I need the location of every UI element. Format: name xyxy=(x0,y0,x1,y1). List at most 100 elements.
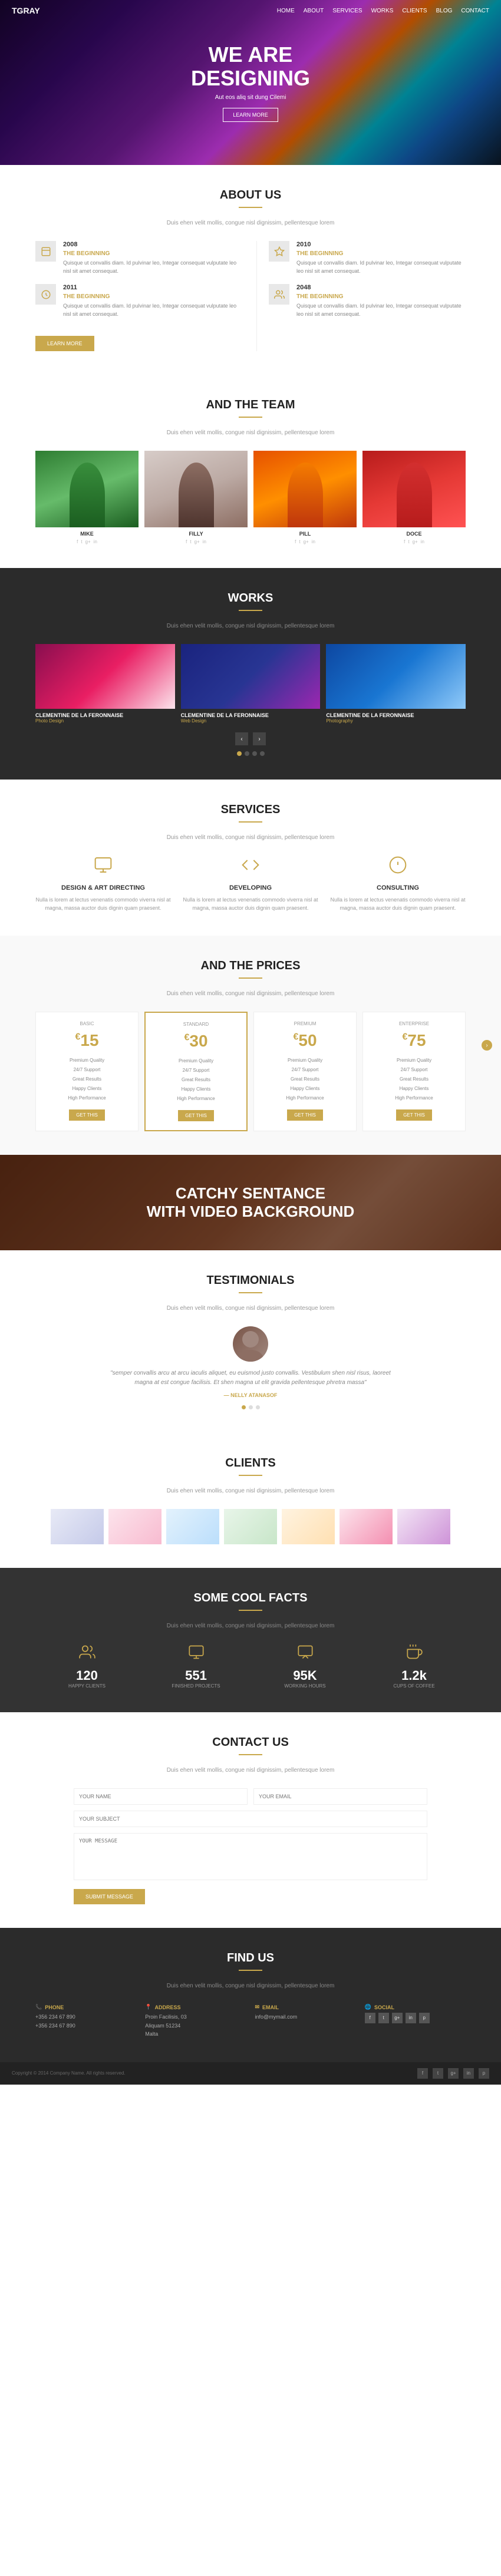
about-learn-more-button[interactable]: LEARN MORE xyxy=(35,336,94,351)
testimonial-avatar xyxy=(233,1326,268,1362)
works-dots xyxy=(35,751,466,756)
team-social-fb-1[interactable]: f xyxy=(186,539,187,544)
hero-content: WE ARE DESIGNING Aut eos aliq sit dung C… xyxy=(191,43,310,122)
works-title: WORKS xyxy=(35,592,466,605)
contact-message-input[interactable] xyxy=(74,1833,427,1880)
about-item-text-0: Quisque ut convallis diam. Id pulvinar l… xyxy=(63,259,245,275)
team-social-in-1[interactable]: in xyxy=(203,539,206,544)
hero-cta-button[interactable]: LEARN MORE xyxy=(223,108,278,122)
fact-label-1: FINISHED PROJECTS xyxy=(144,1683,248,1689)
fact-item-2: 95K WORKING HOURS xyxy=(253,1644,357,1689)
phone-icon: 📞 xyxy=(35,2004,42,2010)
prices-next-arrow[interactable]: › xyxy=(482,1040,492,1051)
site-logo[interactable]: TGRAY xyxy=(12,6,40,15)
team-social-in-3[interactable]: in xyxy=(421,539,424,544)
price-button-3[interactable]: GET THIS xyxy=(396,1109,432,1121)
team-social-gp-0[interactable]: g+ xyxy=(85,539,91,544)
team-name-0: MIKE xyxy=(35,531,139,537)
team-social-tw-0[interactable]: t xyxy=(81,539,82,544)
fact-icon-1 xyxy=(144,1644,248,1665)
hero-subtitle: Aut eos aliq sit dung Cilemi xyxy=(191,94,310,101)
contact-name-input[interactable] xyxy=(74,1788,248,1805)
findus-gp-icon[interactable]: g+ xyxy=(392,2013,403,2023)
team-social-in-2[interactable]: in xyxy=(312,539,315,544)
footer-pin-icon[interactable]: p xyxy=(479,2068,489,2079)
testimonials-subtitle: Duis ehen velit mollis, congue nisl dign… xyxy=(35,1305,466,1312)
team-name-1: FILLY xyxy=(144,531,248,537)
work-card-1[interactable]: CLEMENTINE DE LA FERONNAISE Web Design xyxy=(181,644,321,724)
price-plan-0: BASIC xyxy=(42,1021,132,1026)
prices-grid: BASIC €15 Premium Quality 24/7 Support G… xyxy=(35,1012,466,1131)
price-features-2: Premium Quality 24/7 Support Great Resul… xyxy=(260,1056,350,1103)
team-social-tw-1[interactable]: t xyxy=(190,539,191,544)
team-social-gp-2[interactable]: g+ xyxy=(304,539,309,544)
findus-social-links: f t g+ in p xyxy=(365,2013,466,2023)
about-item-text-1: Quisque ut convallis diam. Id pulvinar l… xyxy=(296,259,466,275)
team-social-tw-3[interactable]: t xyxy=(408,539,409,544)
works-dot-0[interactable] xyxy=(237,751,242,756)
team-social-in-0[interactable]: in xyxy=(94,539,97,544)
client-logo-2 xyxy=(166,1509,219,1544)
navbar: TGRAY HOME ABOUT SERVICES WORKS CLIENTS … xyxy=(0,0,501,21)
work-card-0[interactable]: CLEMENTINE DE LA FERONNAISE Photo Design xyxy=(35,644,175,724)
team-social-gp-3[interactable]: g+ xyxy=(413,539,418,544)
price-plan-1: STANDARD xyxy=(151,1022,240,1027)
testimonial-dot-2[interactable] xyxy=(256,1405,260,1409)
team-social-gp-1[interactable]: g+ xyxy=(195,539,200,544)
testimonial-text-0: "semper convallis arcu at arcu iaculis a… xyxy=(103,1369,398,1388)
price-button-0[interactable]: GET THIS xyxy=(69,1109,105,1121)
clients-section: CLIENTS Duis ehen velit mollis, congue n… xyxy=(0,1433,501,1568)
team-subtitle: Duis ehen velit mollis, congue nisl dign… xyxy=(35,430,466,436)
findus-value-2: info@mymail.com xyxy=(255,2013,356,2021)
contact-form-row-1 xyxy=(74,1788,427,1805)
work-title-1: CLEMENTINE DE LA FERONNAISE xyxy=(181,712,321,718)
team-social-fb-3[interactable]: f xyxy=(404,539,405,544)
testimonial-dot-0[interactable] xyxy=(242,1405,246,1409)
contact-subject-input[interactable] xyxy=(74,1811,427,1827)
nav-about[interactable]: ABOUT xyxy=(304,8,324,14)
price-button-1[interactable]: GET THIS xyxy=(178,1110,214,1121)
team-social-1: f t g+ in xyxy=(144,539,248,544)
about-year-2: 2011 xyxy=(63,284,245,291)
team-photo-0 xyxy=(35,451,139,527)
findus-item-1: 📍 ADDRESS Proin Facilisis, 03 Aliquam 51… xyxy=(145,2004,246,2038)
nav-home[interactable]: HOME xyxy=(277,8,295,14)
about-icon-0 xyxy=(35,241,56,262)
findus-in-icon[interactable]: in xyxy=(406,2013,416,2023)
about-item-text-3: Quisque ut convallis diam. Id pulvinar l… xyxy=(296,302,466,318)
works-subtitle: Duis ehen velit mollis, congue nisl dign… xyxy=(35,623,466,629)
about-year-0: 2008 xyxy=(63,241,245,248)
prices-subtitle: Duis ehen velit mollis, congue nisl dign… xyxy=(35,990,466,997)
about-year-3: 2048 xyxy=(296,284,466,291)
testimonial-dot-1[interactable] xyxy=(249,1405,253,1409)
works-next-button[interactable]: › xyxy=(253,732,266,745)
price-button-2[interactable]: GET THIS xyxy=(287,1109,323,1121)
footer-social: f t g+ in p xyxy=(417,2068,489,2079)
social-icon: 🌐 xyxy=(365,2004,371,2010)
findus-tw-icon[interactable]: t xyxy=(378,2013,389,2023)
footer-in-icon[interactable]: in xyxy=(463,2068,474,2079)
findus-fb-icon[interactable]: f xyxy=(365,2013,375,2023)
footer-fb-icon[interactable]: f xyxy=(417,2068,428,2079)
contact-email-input[interactable] xyxy=(253,1788,427,1805)
price-amount-2: €50 xyxy=(260,1031,350,1050)
team-social-fb-2[interactable]: f xyxy=(295,539,296,544)
works-dot-3[interactable] xyxy=(260,751,265,756)
works-dot-2[interactable] xyxy=(252,751,257,756)
nav-contact[interactable]: CONTACT xyxy=(461,8,489,14)
findus-pin-icon[interactable]: p xyxy=(419,2013,430,2023)
nav-clients[interactable]: CLIENTS xyxy=(402,8,427,14)
nav-works[interactable]: WORKS xyxy=(371,8,394,14)
team-social-tw-2[interactable]: t xyxy=(299,539,300,544)
price-plan-2: PREMIUM xyxy=(260,1021,350,1026)
work-card-2[interactable]: CLEMENTINE DE LA FERONNAISE Photography xyxy=(326,644,466,724)
team-social-fb-0[interactable]: f xyxy=(77,539,78,544)
footer-tw-icon[interactable]: t xyxy=(433,2068,443,2079)
works-prev-button[interactable]: ‹ xyxy=(235,732,248,745)
contact-submit-button[interactable]: SUBMIT MESSAGE xyxy=(74,1889,145,1904)
fact-label-0: HAPPY CLIENTS xyxy=(35,1683,139,1689)
nav-blog[interactable]: BLOG xyxy=(436,8,453,14)
nav-services[interactable]: SERVICES xyxy=(332,8,362,14)
works-dot-1[interactable] xyxy=(245,751,249,756)
footer-gp-icon[interactable]: g+ xyxy=(448,2068,459,2079)
